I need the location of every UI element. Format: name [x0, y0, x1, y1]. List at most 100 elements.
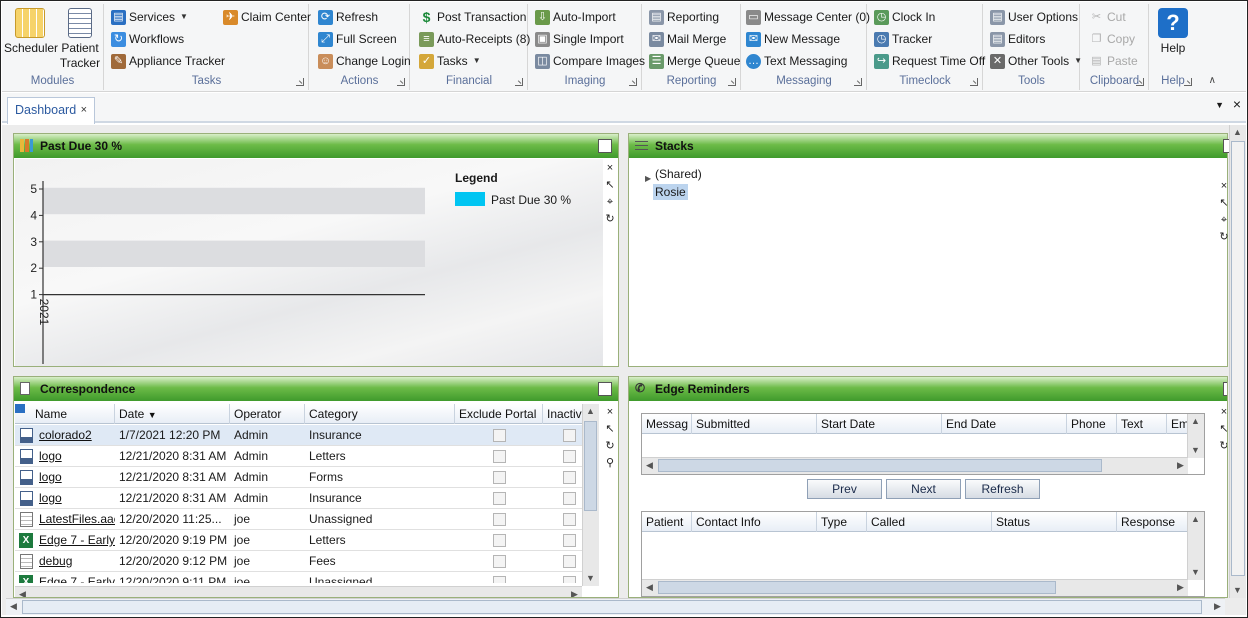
paste-button[interactable]: ▤ Paste: [1089, 51, 1137, 71]
file-name-link[interactable]: LatestFiles.aac: [39, 512, 115, 526]
scroll-up-icon[interactable]: ▲: [1230, 125, 1245, 140]
compare-images-button[interactable]: ◫ Compare Images: [535, 51, 645, 71]
other-tools-button[interactable]: ✕ Other Tools ▼: [990, 51, 1082, 71]
user-options-button[interactable]: ▤ User Options: [990, 7, 1078, 27]
file-name-link[interactable]: Edge 7 - Early: [39, 575, 115, 583]
table-row[interactable]: colorado2 1/7/2021 12:20 PM Admin Insurance: [15, 425, 582, 446]
messaging-dialog-launcher-icon[interactable]: [854, 78, 862, 86]
workspace-vertical-scrollbar[interactable]: ▲ ▼: [1229, 125, 1246, 598]
file-name-link[interactable]: logo: [39, 449, 62, 463]
post-transaction-button[interactable]: $ Post Transaction: [419, 7, 527, 27]
next-button[interactable]: Next: [886, 479, 961, 499]
financial-dialog-launcher-icon[interactable]: [515, 78, 523, 86]
tree-item-rosie[interactable]: Rosie: [653, 184, 688, 200]
exclude-portal-checkbox[interactable]: [493, 513, 506, 526]
scroll-right-icon[interactable]: ▶: [1173, 580, 1188, 595]
exclude-portal-checkbox[interactable]: [493, 429, 506, 442]
responses-horizontal-scrollbar[interactable]: ◀ ▶: [642, 579, 1188, 596]
scroll-down-icon[interactable]: ▼: [1230, 583, 1245, 598]
new-message-button[interactable]: ✉ New Message: [746, 29, 840, 49]
refresh-icon[interactable]: ↻: [1217, 438, 1227, 455]
editors-button[interactable]: ▤ Editors: [990, 29, 1045, 49]
reporting-button[interactable]: ▤ Reporting: [649, 7, 719, 27]
close-tab-icon[interactable]: ×: [81, 98, 87, 122]
cursor-icon[interactable]: ↖: [603, 177, 617, 194]
column-header-text[interactable]: Text: [1117, 414, 1167, 434]
claim-center-button[interactable]: ✈ Claim Center: [223, 7, 311, 27]
scroll-thumb[interactable]: [658, 581, 1056, 594]
scroll-left-icon[interactable]: ◀: [15, 587, 30, 597]
exclude-portal-checkbox[interactable]: [493, 555, 506, 568]
exclude-portal-checkbox[interactable]: [493, 576, 506, 583]
column-header-name[interactable]: Name: [31, 404, 115, 424]
scroll-up-icon[interactable]: ▲: [1188, 512, 1203, 527]
responses-vertical-scrollbar[interactable]: ▲ ▼: [1187, 512, 1204, 580]
inactive-checkbox[interactable]: [563, 555, 576, 568]
cut-button[interactable]: ✂ Cut: [1089, 7, 1126, 27]
column-header-contact-info[interactable]: Contact Info: [692, 512, 817, 532]
reporting-dialog-launcher-icon[interactable]: [728, 78, 736, 86]
tab-dashboard[interactable]: Dashboard ×: [7, 97, 95, 124]
close-icon[interactable]: ×: [1217, 404, 1227, 421]
pin-icon[interactable]: ⌖: [603, 194, 617, 211]
prev-button[interactable]: Prev: [807, 479, 882, 499]
column-header-inactive[interactable]: Inactiv: [543, 404, 583, 424]
inactive-checkbox[interactable]: [563, 471, 576, 484]
scroll-thumb[interactable]: [22, 600, 1202, 614]
scheduler-button[interactable]: Scheduler: [4, 8, 58, 56]
scroll-right-icon[interactable]: ▶: [567, 587, 582, 597]
auto-import-button[interactable]: ⇩ Auto-Import: [535, 7, 616, 27]
column-header-status[interactable]: Status: [992, 512, 1117, 532]
patient-tracker-button[interactable]: Patient Tracker: [58, 8, 102, 71]
maximize-panel-button[interactable]: [1223, 382, 1227, 396]
message-center-button[interactable]: ▭ Message Center (0): [746, 7, 870, 27]
scroll-left-icon[interactable]: ◀: [6, 599, 21, 614]
clock-in-button[interactable]: ◷ Clock In: [874, 7, 935, 27]
cursor-icon[interactable]: ↖: [603, 421, 617, 438]
copy-button[interactable]: ❐ Copy: [1089, 29, 1135, 49]
scroll-left-icon[interactable]: ◀: [642, 580, 657, 595]
column-header-end-date[interactable]: End Date: [942, 414, 1067, 434]
scroll-thumb[interactable]: [584, 421, 597, 511]
mail-merge-button[interactable]: ✉ Mail Merge: [649, 29, 726, 49]
cursor-icon[interactable]: ↖: [1217, 421, 1227, 438]
workflows-button[interactable]: ↻ Workflows: [111, 29, 184, 49]
appliance-tracker-button[interactable]: ✎ Appliance Tracker: [111, 51, 225, 71]
close-icon[interactable]: ×: [603, 404, 617, 421]
services-button[interactable]: ▤ Services ▼: [111, 7, 188, 27]
correspondence-vertical-scrollbar[interactable]: ▲ ▼: [582, 404, 599, 586]
workspace-horizontal-scrollbar[interactable]: ◀ ▶: [6, 598, 1225, 615]
scroll-left-icon[interactable]: ◀: [642, 458, 657, 473]
scroll-down-icon[interactable]: ▼: [1188, 565, 1203, 580]
tab-list-dropdown-icon[interactable]: ▼: [1215, 100, 1224, 110]
scroll-right-icon[interactable]: ▶: [1210, 599, 1225, 614]
scroll-thumb[interactable]: [1231, 141, 1245, 576]
correspondence-horizontal-scrollbar[interactable]: ◀ ▶: [15, 586, 582, 597]
tree-item-shared[interactable]: (Shared): [655, 167, 702, 181]
column-header-start-date[interactable]: Start Date: [817, 414, 942, 434]
file-name-link[interactable]: Edge 7 - Early: [39, 533, 115, 547]
reminders-vertical-scrollbar[interactable]: ▲ ▼: [1187, 414, 1204, 458]
inactive-checkbox[interactable]: [563, 492, 576, 505]
close-icon[interactable]: ×: [603, 160, 617, 177]
refresh-button[interactable]: ⟳ Refresh: [318, 7, 378, 27]
inactive-checkbox[interactable]: [563, 450, 576, 463]
single-import-button[interactable]: ▣ Single Import: [535, 29, 624, 49]
column-header-type[interactable]: Type: [817, 512, 867, 532]
column-header-email[interactable]: Em: [1167, 414, 1188, 434]
inactive-checkbox[interactable]: [563, 534, 576, 547]
request-time-off-button[interactable]: ↪ Request Time Off: [874, 51, 985, 71]
maximize-panel-button[interactable]: [598, 382, 612, 396]
table-row[interactable]: logo 12/21/2020 8:31 AM Admin Letters: [15, 446, 582, 467]
file-name-link[interactable]: logo: [39, 491, 62, 505]
scroll-up-icon[interactable]: ▲: [583, 404, 598, 419]
column-header-exclude-portal[interactable]: Exclude Portal: [455, 404, 543, 424]
column-header-operator[interactable]: Operator: [230, 404, 305, 424]
scroll-down-icon[interactable]: ▼: [583, 571, 598, 586]
refresh-reminders-button[interactable]: Refresh: [965, 479, 1040, 499]
tracker-button[interactable]: ◷ Tracker: [874, 29, 932, 49]
financial-tasks-button[interactable]: ✓ Tasks ▼: [419, 51, 481, 71]
tasks-dialog-launcher-icon[interactable]: [296, 78, 304, 86]
table-row[interactable]: logo 12/21/2020 8:31 AM Admin Forms: [15, 467, 582, 488]
scroll-right-icon[interactable]: ▶: [1173, 458, 1188, 473]
